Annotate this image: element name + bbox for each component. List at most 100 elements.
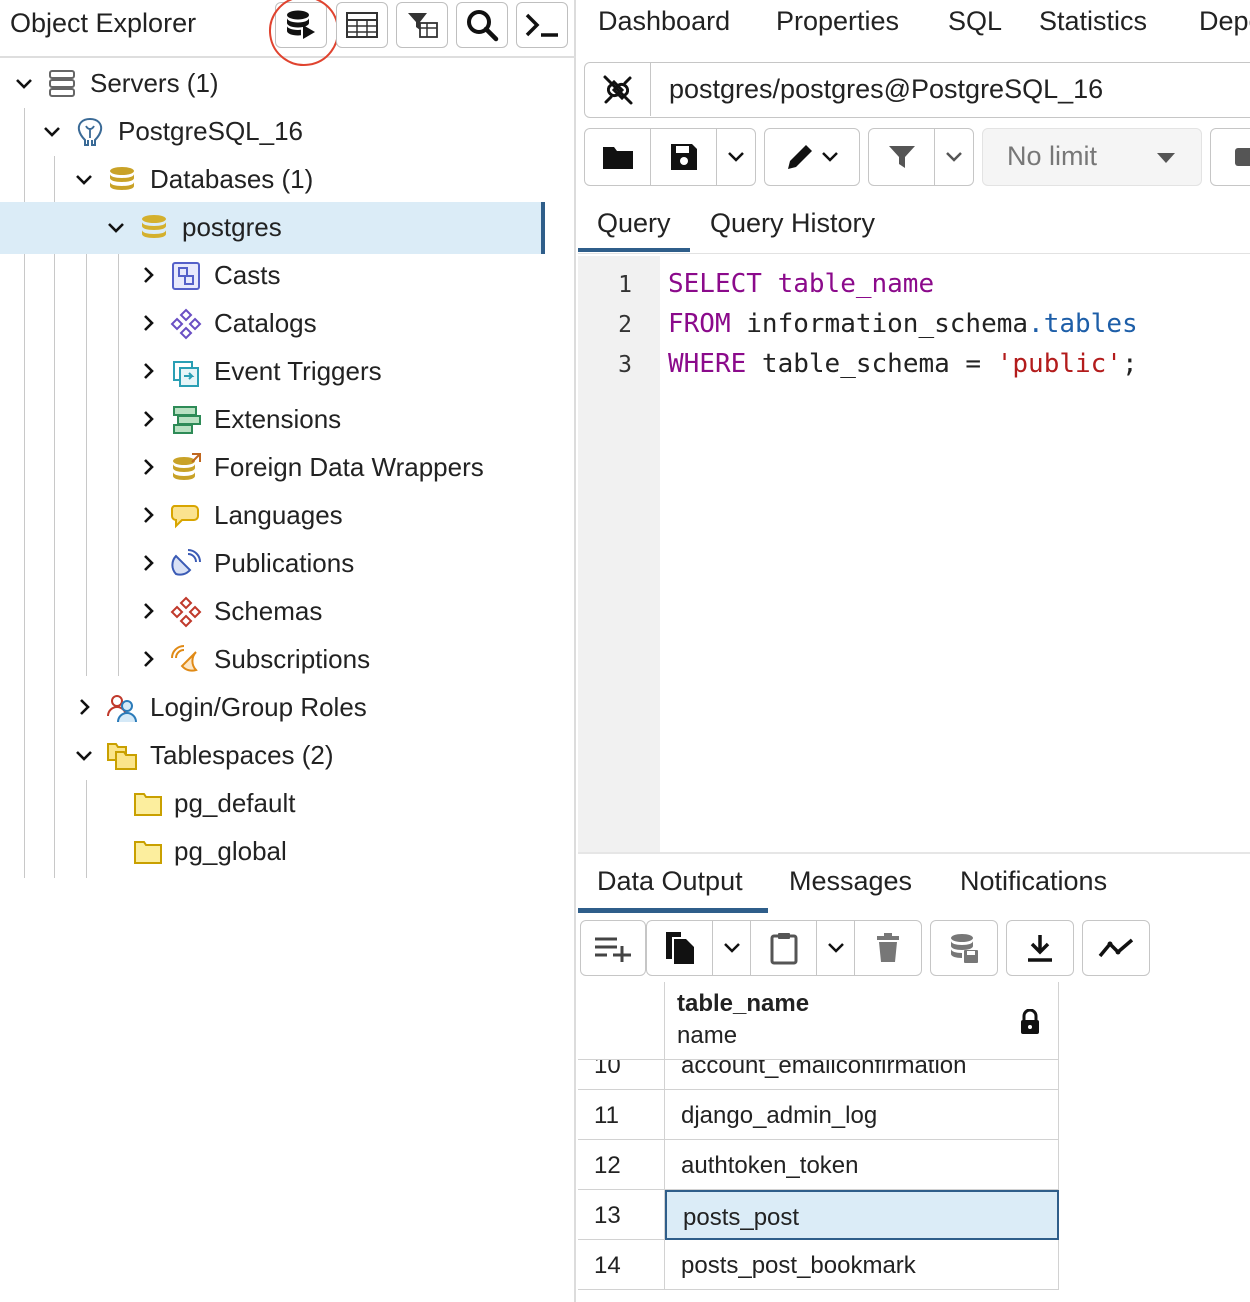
tab-dashboard[interactable]: Dashboard [598,6,730,37]
chevron-down-icon[interactable] [13,72,35,94]
filter-options-dropdown[interactable] [935,129,972,185]
tree-item-event-triggers[interactable]: Event Triggers [0,346,545,398]
connection-bar[interactable]: postgres/postgres@PostgreSQL_16 [584,62,1250,118]
chevron-right-icon[interactable] [137,408,159,430]
graph-visualiser-button[interactable] [1082,920,1150,976]
tree-item-subscriptions[interactable]: Subscriptions [0,634,545,686]
row-number[interactable]: 14 [578,1240,665,1290]
tree-item-catalogs[interactable]: Catalogs [0,298,545,350]
tab-properties[interactable]: Properties [776,6,899,37]
databases-icon [110,167,134,190]
row-limit-select[interactable]: No limit [982,128,1202,186]
add-row-button[interactable] [580,920,646,976]
row-number[interactable]: 13 [578,1190,665,1240]
active-tab-indicator [578,908,768,913]
tree-item-schemas[interactable]: Schemas [0,586,545,638]
tree-item-casts[interactable]: Casts [0,250,545,302]
stop-button[interactable] [1211,129,1250,185]
chevron-right-icon[interactable] [137,456,159,478]
tree-item-postgres[interactable]: postgres [0,202,545,254]
tab-sql[interactable]: SQL [948,6,1002,37]
tree-item-extensions[interactable]: Extensions [0,394,545,446]
view-data-button[interactable] [336,2,388,48]
edit-button-group[interactable] [764,128,860,186]
row-number[interactable]: 11 [578,1090,665,1140]
tree-item-pg-global[interactable]: pg_global [0,826,545,878]
graph-cell[interactable] [1083,921,1148,975]
connection-status-button[interactable] [585,63,651,116]
chevron-down-icon[interactable] [73,744,95,766]
copy-button[interactable] [647,921,713,975]
psql-tool-button[interactable] [516,2,568,48]
tree-item-label: Login/Group Roles [150,692,367,722]
tree-item-postgresql-16[interactable]: PostgreSQL_16 [0,106,545,158]
tree-item-publications[interactable]: Publications [0,538,545,590]
chevron-right-icon[interactable] [137,504,159,526]
sql-editor[interactable]: 1 2 3 SELECT table_name FROM information… [578,256,1250,852]
row-number-header[interactable] [578,982,665,1060]
tab-data-output[interactable]: Data Output [597,866,743,897]
panel-divider[interactable] [578,852,1250,854]
chevron-right-icon[interactable] [137,600,159,622]
download-cell[interactable] [1007,921,1072,975]
tab-query-history[interactable]: Query History [710,208,875,239]
row-number[interactable]: 12 [578,1140,665,1190]
edit-dropdown-button[interactable] [765,129,858,185]
search-objects-button[interactable] [456,2,508,48]
download-button[interactable] [1006,920,1074,976]
table-row[interactable]: 13 posts_post [578,1190,1059,1240]
code-line[interactable]: FROM information_schema.tables [668,309,1138,339]
table-cell[interactable]: django_admin_log [665,1090,1059,1140]
execute-button-group[interactable] [1210,128,1250,186]
tab-query[interactable]: Query [597,208,671,239]
chevron-right-icon[interactable] [137,264,159,286]
save-file-button[interactable] [651,129,717,185]
column-header-table-name[interactable]: table_name name [665,982,1059,1060]
tab-messages[interactable]: Messages [789,866,912,897]
clipboard-button-group [646,920,922,976]
tree-item-tablespaces-2[interactable]: Tablespaces (2) [0,730,545,782]
chevron-down-icon[interactable] [105,216,127,238]
chevron-right-icon[interactable] [137,552,159,574]
table-cell[interactable]: authtoken_token [665,1140,1059,1190]
save-data-changes-button[interactable] [930,920,998,976]
tree-item-login-group-roles[interactable]: Login/Group Roles [0,682,545,734]
delete-button[interactable] [855,921,920,975]
chevron-right-icon[interactable] [137,648,159,670]
event-triggers-icon [173,361,199,387]
tree-item-servers-1[interactable]: Servers (1) [0,58,545,110]
tab-notifications[interactable]: Notifications [960,866,1107,897]
chevron-down-icon[interactable] [41,120,63,142]
save-options-dropdown[interactable] [717,129,755,185]
table-row[interactable]: 12 authtoken_token [578,1140,1059,1190]
filter-button[interactable] [869,129,935,185]
tree-item-pg-default[interactable]: pg_default [0,778,545,830]
table-cell[interactable]: posts_post_bookmark [665,1240,1059,1290]
copy-options-dropdown[interactable] [713,921,751,975]
chevron-down-icon [723,943,740,953]
catalogs-icon [170,308,202,340]
chevron-right-icon[interactable] [137,312,159,334]
query-tool-button[interactable] [275,2,327,48]
code-line[interactable]: WHERE table_schema = 'public'; [668,349,1138,379]
tree-item-languages[interactable]: Languages [0,490,545,542]
tree-item-databases-1[interactable]: Databases (1) [0,154,545,206]
paste-button[interactable] [751,921,817,975]
open-file-button[interactable] [585,129,651,185]
tab-statistics[interactable]: Statistics [1039,6,1147,37]
filtered-rows-button[interactable] [396,2,448,48]
table-cell[interactable]: posts_post [665,1190,1059,1240]
add-row-cell[interactable] [581,921,644,975]
chevron-right-icon[interactable] [137,360,159,382]
paste-options-dropdown[interactable] [817,921,855,975]
chevron-down-icon[interactable] [73,168,95,190]
chevron-right-icon[interactable] [73,696,95,718]
tree-item-foreign-data-wrappers[interactable]: Foreign Data Wrappers [0,442,545,494]
table-row[interactable]: 14 posts_post_bookmark [578,1240,1059,1290]
tab-dependencies[interactable]: Dependencies [1199,6,1250,37]
table-row[interactable]: 11 django_admin_log [578,1090,1059,1140]
tree-item-label: Casts [214,260,281,290]
code-line[interactable]: SELECT table_name [668,269,934,299]
tree-item-label: Subscriptions [214,644,371,674]
save-data-cell[interactable] [931,921,996,975]
